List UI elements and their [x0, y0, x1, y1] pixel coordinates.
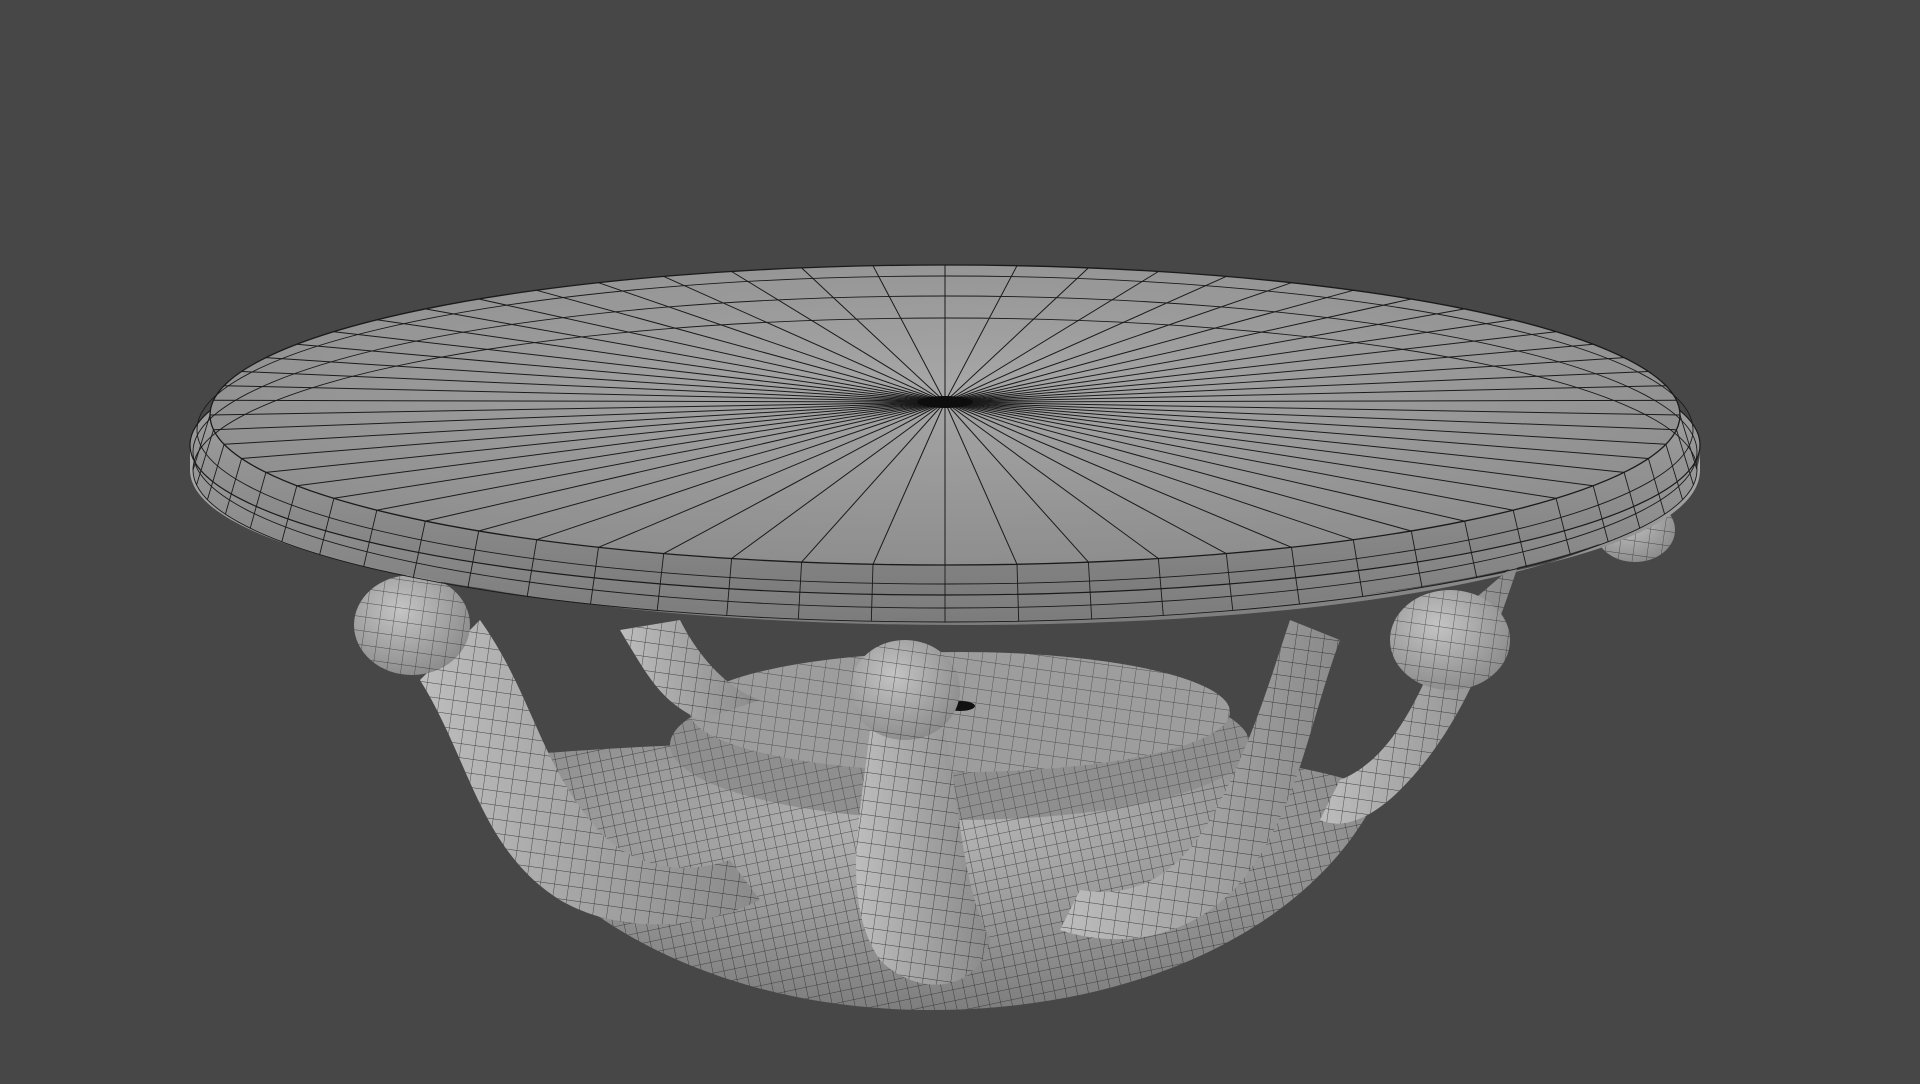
table-top-center — [917, 396, 973, 408]
3d-viewport[interactable] — [0, 0, 1920, 1080]
wireframe-render — [189, 264, 1701, 1010]
table-top — [189, 264, 1701, 625]
